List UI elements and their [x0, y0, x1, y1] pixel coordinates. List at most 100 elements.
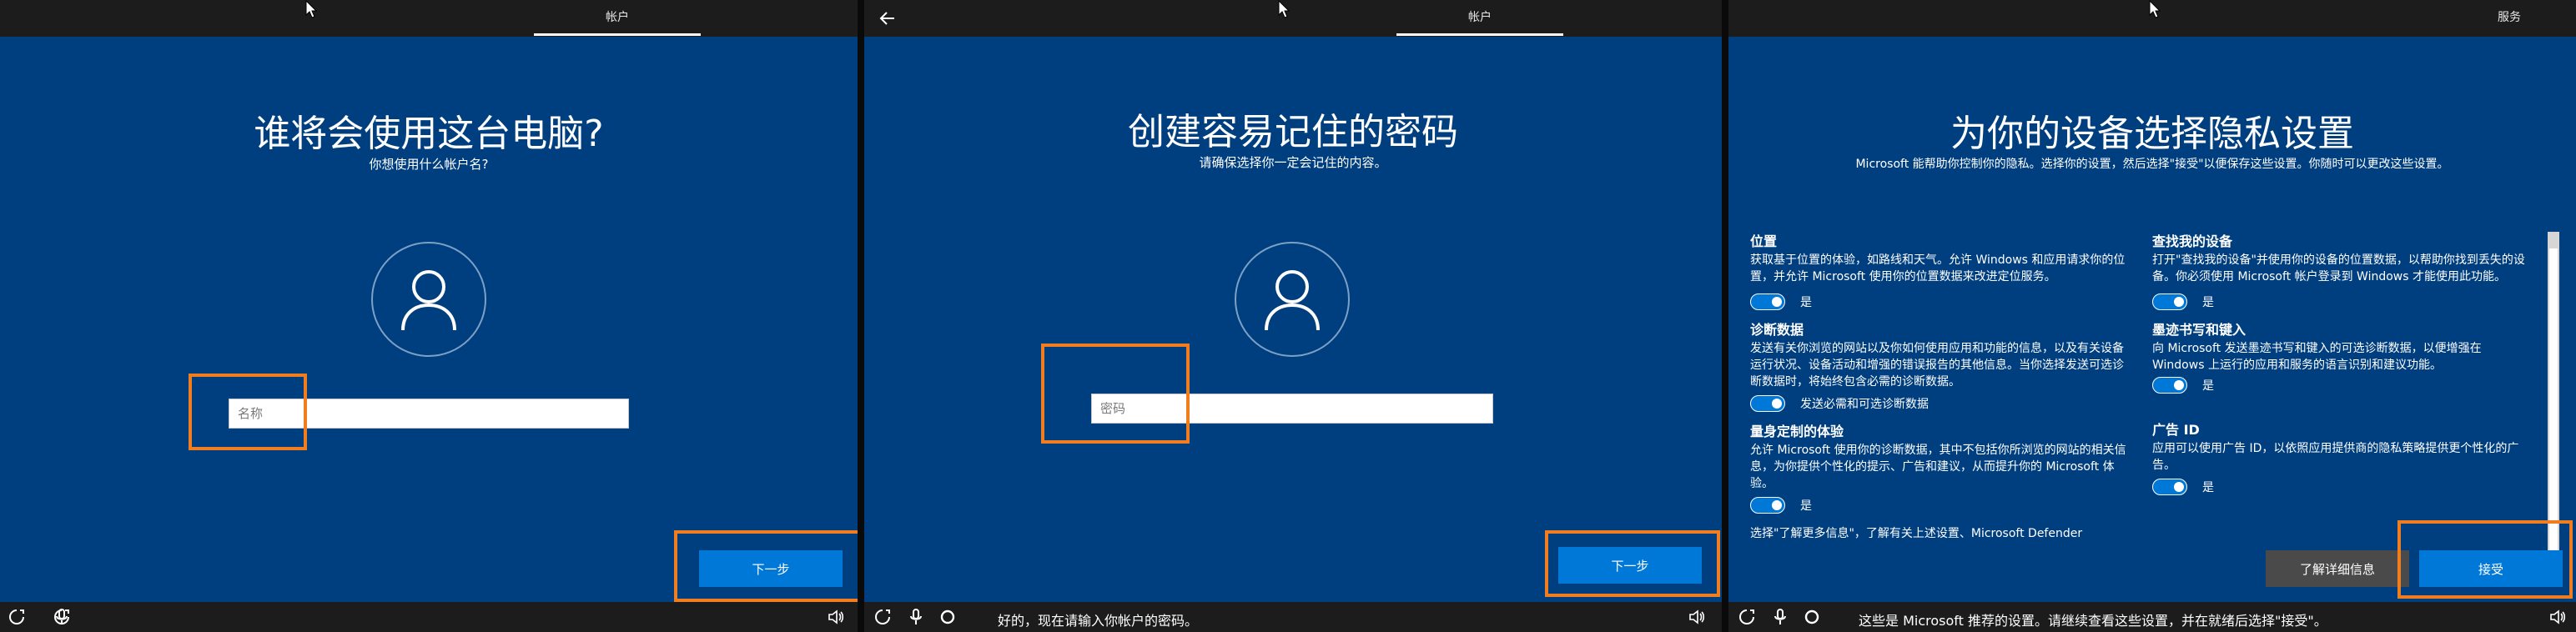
back-button[interactable] [873, 5, 903, 32]
microphone-button[interactable] [52, 607, 72, 627]
diagnostic-toggle[interactable] [1750, 395, 1785, 412]
cortana-button[interactable] [938, 607, 958, 627]
setting-desc: 打开"查找我的设备"并使用你的设备的位置数据，以帮助你找到丢失的设备。你必须使用… [2152, 253, 2525, 283]
cortana-icon [1804, 609, 1819, 624]
setting-title: 量身定制的体验 [1750, 424, 1844, 439]
scrollbar-thumb[interactable] [2549, 248, 2558, 550]
oobe-content: 谁将会使用这台电脑? 你想使用什么帐户名? 下一步 [0, 37, 858, 602]
volume-button[interactable] [826, 607, 846, 627]
toggle-row-ad-id: 是 [2152, 479, 2214, 495]
page-subtitle: 你想使用什么帐户名? [369, 157, 489, 172]
volume-button[interactable] [1687, 607, 1707, 627]
highlight-name-input [189, 374, 307, 450]
tab-account: 帐户 [1468, 11, 1492, 24]
toggle-row-location: 是 [1750, 293, 1812, 310]
setting-title: 广告 ID [2152, 422, 2200, 438]
toggle-row-diagnostic: 发送必需和可选诊断数据 [1750, 395, 1929, 412]
bottom-bar [0, 602, 858, 632]
avatar [371, 242, 486, 357]
scrollbar[interactable] [2548, 232, 2559, 569]
setting-diagnostic: 诊断数据 发送有关你浏览的网站以及你如何使用应用和功能的信息，以及有关设备运行状… [1750, 322, 2134, 390]
cortana-button[interactable] [1802, 607, 1822, 627]
tab-services: 服务 [2498, 11, 2521, 24]
setting-title: 位置 [1750, 233, 1778, 249]
back-arrow-icon [879, 12, 894, 25]
page-subtitle: Microsoft 能帮助你控制你的隐私。选择你的设置，然后选择"接受"以便保存… [1855, 158, 2449, 171]
privacy-settings-list[interactable]: 位置 获取基于位置的体验，如路线和天气。允许 Windows 和应用请求你的位置… [1728, 232, 2576, 569]
microphone-button[interactable] [906, 607, 926, 627]
toggle-label: 是 [1800, 296, 1812, 309]
mouse-cursor-icon [1278, 0, 1290, 18]
setting-inking-typing: 墨迹书写和键入 向 Microsoft 发送墨迹书写和键入的可选诊断数据，以便增… [2152, 322, 2536, 374]
mouse-cursor-icon [305, 0, 317, 18]
cortana-icon [940, 609, 955, 624]
page-subtitle: 请确保选择你一定会记住的内容。 [1199, 155, 1387, 170]
microphone-icon [56, 609, 68, 624]
oobe-content: 为你的设备选择隐私设置 Microsoft 能帮助你控制你的隐私。选择你的设置，… [1728, 37, 2576, 602]
toggle-row-tailored: 是 [1750, 497, 1812, 514]
learn-more-hint: 选择"了解更多信息"，了解有关上述设置、Microsoft Defender [1750, 527, 2083, 540]
advertising-id-toggle[interactable] [2152, 479, 2187, 495]
volume-icon [1689, 609, 1705, 624]
setting-desc: 允许 Microsoft 使用你的诊断数据，其中不包括你所浏览的网站的相关信息，… [1750, 444, 2126, 490]
tailored-experience-toggle[interactable] [1750, 497, 1785, 514]
top-bar: 服务 [1728, 0, 2576, 37]
ease-of-access-icon [875, 609, 890, 624]
toggle-label: 是 [1800, 499, 1812, 513]
volume-icon [2550, 609, 2566, 624]
setting-desc: 向 Microsoft 发送墨迹书写和键入的可选诊断数据，以便增强在 Windo… [2152, 342, 2482, 372]
top-bar: 帐户 [0, 0, 858, 37]
oobe-content: 创建容易记住的密码 请确保选择你一定会记住的内容。 下一步 [864, 37, 1722, 602]
toggle-label: 是 [2202, 296, 2214, 309]
find-my-device-toggle[interactable] [2152, 293, 2187, 310]
cutoff-text: 选择"了解更多信息"，了解有关上述设置、Microsoft Defender [1750, 525, 2134, 542]
setting-tailored-experience: 量身定制的体验 允许 Microsoft 使用你的诊断数据，其中不包括你所浏览的… [1750, 424, 2134, 492]
bottom-bar: 这些是 Microsoft 推荐的设置。请继续查看这些设置，并在就绪后选择"接受… [1728, 602, 2576, 632]
inking-typing-toggle[interactable] [2152, 377, 2187, 394]
setting-find-my-device: 查找我的设备 打开"查找我的设备"并使用你的设备的位置数据，以帮助你找到丢失的设… [2152, 233, 2536, 285]
panel-privacy: 服务 为你的设备选择隐私设置 Microsoft 能帮助你控制你的隐私。选择你的… [1728, 0, 2576, 632]
toggle-row-find-device: 是 [2152, 293, 2214, 310]
microphone-button[interactable] [1770, 607, 1790, 627]
microphone-icon [1774, 609, 1786, 624]
highlight-next-button [674, 530, 858, 602]
ease-of-access-left-button[interactable] [7, 607, 27, 627]
bottom-bar: 好的，现在请输入你帐户的密码。 [864, 602, 1722, 632]
toggle-label: 是 [2202, 481, 2214, 494]
page-title: 为你的设备选择隐私设置 [1950, 113, 2354, 155]
learn-more-button[interactable]: 了解详细信息 [2266, 550, 2409, 587]
toggle-label: 发送必需和可选诊断数据 [1800, 398, 1929, 411]
avatar [1235, 242, 1350, 357]
toggle-label: 是 [2202, 379, 2214, 393]
user-icon [1265, 270, 1320, 331]
tab-underline [1396, 33, 1563, 36]
panel-password: 帐户 创建容易记住的密码 请确保选择你一定会记住的内容。 下一步 好的，现在请输… [864, 0, 1722, 632]
tab-underline [534, 33, 701, 36]
setting-desc: 发送有关你浏览的网站以及你如何使用应用和功能的信息，以及有关设备运行状况、设备活… [1750, 342, 2124, 389]
location-toggle[interactable] [1750, 293, 1785, 310]
volume-icon [828, 609, 844, 624]
ease-of-access-button[interactable] [873, 607, 893, 627]
setting-title: 查找我的设备 [2152, 233, 2233, 249]
panel-account-name: 帐户 谁将会使用这台电脑? 你想使用什么帐户名? 下一步 [0, 0, 858, 632]
page-title: 谁将会使用这台电脑? [254, 113, 604, 155]
setting-location: 位置 获取基于位置的体验，如路线和天气。允许 Windows 和应用请求你的位置… [1750, 233, 2134, 285]
ease-of-access-icon [1739, 609, 1754, 624]
ease-of-access-button[interactable] [1737, 607, 1757, 627]
tab-account: 帐户 [606, 11, 629, 24]
highlight-password-input [1041, 344, 1190, 444]
setting-title: 诊断数据 [1750, 322, 1804, 338]
volume-button[interactable] [2548, 607, 2568, 627]
setting-desc: 应用可以使用广告 ID，以依照应用提供商的隐私策略提供更个性化的广告。 [2152, 442, 2519, 472]
status-text: 好的，现在请输入你帐户的密码。 [998, 613, 1199, 629]
status-text: 这些是 Microsoft 推荐的设置。请继续查看这些设置，并在就绪后选择"接受… [1859, 613, 2327, 629]
setting-title: 墨迹书写和键入 [2152, 322, 2246, 338]
user-icon [401, 270, 456, 331]
highlight-accept-button [2397, 520, 2573, 599]
toggle-row-inking: 是 [2152, 377, 2214, 394]
top-bar: 帐户 [864, 0, 1722, 37]
ease-of-access-icon [9, 609, 24, 624]
setting-advertising-id: 广告 ID 应用可以使用广告 ID，以依照应用提供商的隐私策略提供更个性化的广告… [2152, 422, 2536, 474]
microphone-icon [910, 609, 922, 624]
highlight-next-button [1545, 530, 1720, 597]
